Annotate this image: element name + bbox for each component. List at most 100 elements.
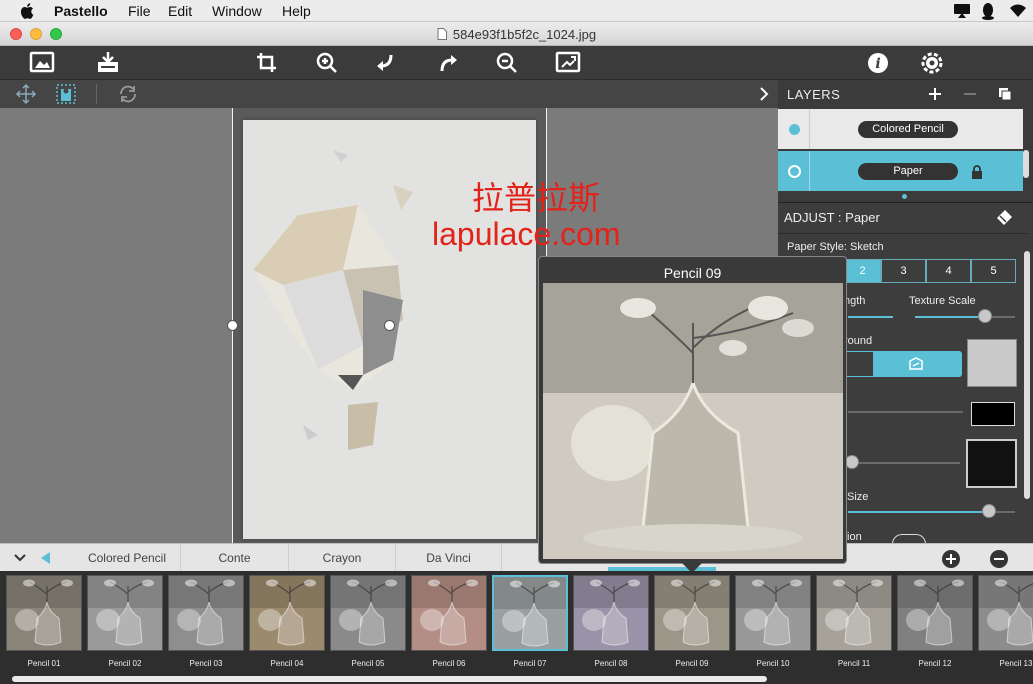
add-preset-icon[interactable] [941,549,961,569]
preset-thumbnail-label: Pencil 12 [918,659,952,668]
tab-conte[interactable]: Conte [181,544,289,572]
layer-row-paper[interactable]: Paper [778,151,1023,191]
size-slider-knob[interactable] [982,504,996,518]
edge-slider[interactable] [848,462,960,464]
tab-colored-pencil[interactable]: Colored Pencil [74,544,181,572]
layers-page-dot [902,194,907,199]
preset-thumbnail-label: Pencil 06 [432,659,466,668]
paper-style-3-button[interactable]: 3 [881,259,926,283]
window-title: 584e93f1b5f2c_1024.jpg [0,27,1033,42]
wifi-icon[interactable] [1008,3,1028,19]
preset-thumbnail-strip: Pencil 01 Pencil 02 Pencil 03 Pencil 04 Penc… [0,571,1033,684]
edge-slider-knob[interactable] [845,455,859,469]
paper-texture-swatch[interactable] [967,339,1017,387]
layers-scrollbar[interactable] [1023,150,1029,178]
crop-handle-right[interactable] [384,320,395,331]
preset-thumbnail[interactable] [249,575,325,651]
menu-file[interactable]: File [128,3,151,19]
chevron-down-icon[interactable] [12,551,28,565]
size-label: Size [847,491,869,503]
layer-name: Colored Pencil [858,121,958,138]
preset-thumbnail-label: Pencil 10 [756,659,790,668]
adjust-divider [778,233,1028,234]
add-layer-icon[interactable] [927,86,943,102]
preset-thumbnail[interactable] [735,575,811,651]
layers-panel: LAYERS Colored Pencil Paper [778,80,1033,202]
background-label: round [844,335,873,347]
menu-help[interactable]: Help [282,3,311,19]
info-icon: i [868,53,888,73]
background-option-none[interactable] [844,351,874,377]
preset-thumbnail[interactable] [168,575,244,651]
layer-row-colored-pencil[interactable]: Colored Pencil [778,109,1023,149]
color-swatch-black[interactable] [971,402,1015,426]
layer-visibility-dot[interactable] [788,165,801,178]
texture-scale-slider[interactable] [915,316,1015,318]
thumbnail-scrollbar[interactable] [12,676,767,682]
open-image-button[interactable] [27,50,57,76]
layer-visibility-dot[interactable] [789,124,800,135]
menu-window[interactable]: Window [212,3,262,19]
layer-name: Paper [858,163,958,180]
remove-preset-icon[interactable] [989,549,1009,569]
preset-thumbnail[interactable] [492,575,568,651]
frame-edge-swatch[interactable] [966,439,1017,488]
preset-thumbnail[interactable] [654,575,730,651]
select-region-tool-icon[interactable] [54,83,78,105]
app-menu-pastello[interactable]: Pastello [54,3,108,19]
texture-swap-icon [909,357,923,370]
menu-edit[interactable]: Edit [168,3,192,19]
redo-button[interactable] [433,50,463,76]
window-title-bar: 584e93f1b5f2c_1024.jpg [0,22,1033,46]
preset-thumbnail[interactable] [978,575,1033,651]
preset-thumbnail[interactable] [87,575,163,651]
settings-button[interactable] [917,50,947,76]
popup-title: Pencil 09 [663,265,722,281]
preset-thumbnail[interactable] [330,575,406,651]
chevron-right-icon[interactable] [752,83,776,105]
apple-logo-icon[interactable] [20,3,34,19]
preset-preview-popup: Pencil 09 [538,256,847,564]
crop-button[interactable] [252,50,282,76]
background-slider[interactable] [848,411,963,413]
move-tool-icon[interactable] [14,83,38,105]
triangle-left-icon[interactable] [38,550,52,566]
paper-style-5-button[interactable]: 5 [971,259,1016,283]
airplay-display-icon[interactable] [953,3,971,19]
tray-download-icon [98,52,118,72]
fit-image-button[interactable] [553,50,583,76]
preset-thumbnail[interactable] [6,575,82,651]
preset-thumbnail[interactable] [411,575,487,651]
eraser-icon[interactable] [994,208,1014,226]
preset-thumbnail[interactable] [573,575,649,651]
preset-thumbnail[interactable] [897,575,973,651]
strength-label: ngth [844,295,866,307]
save-image-button[interactable] [93,50,123,76]
layer-divider [809,109,810,149]
window-title-text: 584e93f1b5f2c_1024.jpg [452,27,597,42]
preset-thumbnail[interactable] [816,575,892,651]
crop-handle-left[interactable] [227,320,238,331]
tab-da-vinci[interactable]: Da Vinci [396,544,502,572]
paper-style-2-button[interactable]: 2 [844,259,881,283]
info-button[interactable]: i [863,50,893,76]
qq-penguin-icon[interactable] [980,2,996,20]
texture-scale-knob[interactable] [978,309,992,323]
preset-thumbnail-label: Pencil 05 [351,659,385,668]
tab-crayon[interactable]: Crayon [289,544,396,572]
paper-style-4-button[interactable]: 4 [926,259,971,283]
preset-thumbnail-label: Pencil 07 [513,659,547,668]
preset-thumbnail-label: Pencil 13 [999,659,1033,668]
strength-slider[interactable] [848,316,893,318]
zoom-in-button[interactable] [312,50,342,76]
watermark-chinese: 拉普拉斯 [472,180,601,216]
rotate-refresh-icon[interactable] [116,83,140,105]
remove-layer-icon[interactable] [962,86,978,102]
adjust-scrollbar[interactable] [1024,251,1030,499]
undo-button[interactable] [371,50,401,76]
zoom-out-button[interactable] [492,50,522,76]
background-option-texture[interactable] [874,351,962,377]
lock-icon[interactable] [971,165,983,179]
duplicate-layer-icon[interactable] [997,86,1013,102]
fit-image-icon [555,51,581,73]
